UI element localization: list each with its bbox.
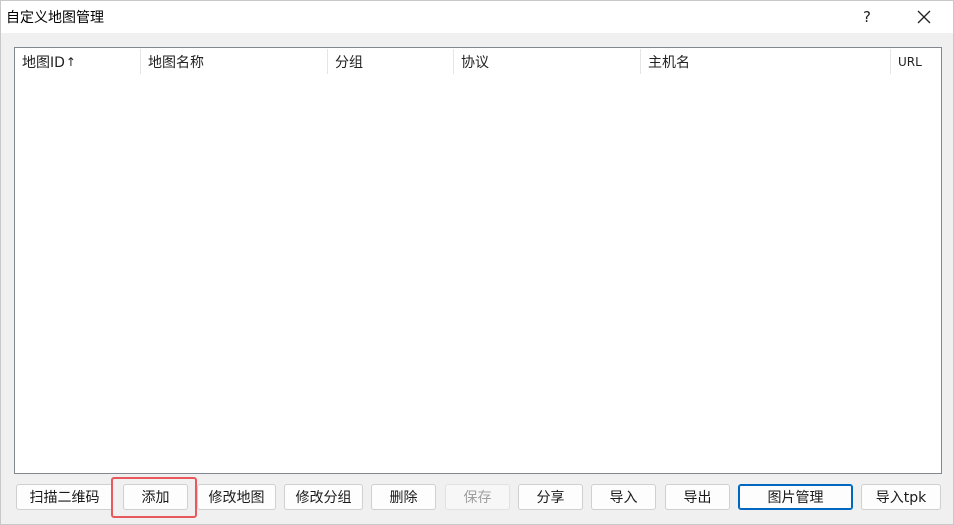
import-tpk-button[interactable]: 导入tpk [861, 484, 941, 510]
list-header: 地图ID ↑ 地图名称 分组 协议 主机名 URL [15, 48, 941, 75]
column-header-map-id[interactable]: 地图ID ↑ [15, 48, 140, 75]
save-button[interactable]: 保存 [445, 484, 510, 510]
title-bar[interactable]: 自定义地图管理 ? [1, 1, 953, 33]
map-list[interactable]: 地图ID ↑ 地图名称 分组 协议 主机名 URL [14, 47, 942, 474]
dialog-title: 自定义地图管理 [6, 10, 104, 26]
add-button-highlight [111, 477, 197, 518]
image-management-button[interactable]: 图片管理 [738, 484, 853, 510]
export-button[interactable]: 导出 [665, 484, 730, 510]
column-header-map-name[interactable]: 地图名称 [141, 48, 327, 75]
column-header-url[interactable]: URL [891, 48, 941, 75]
close-button[interactable] [897, 1, 951, 33]
import-button[interactable]: 导入 [591, 484, 656, 510]
help-button[interactable]: ? [841, 1, 893, 33]
column-header-group[interactable]: 分组 [328, 48, 453, 75]
scan-qr-code-button[interactable]: 扫描二维码 [16, 484, 113, 510]
close-icon [917, 10, 931, 24]
column-header-hostname[interactable]: 主机名 [641, 48, 890, 75]
delete-button[interactable]: 删除 [371, 484, 436, 510]
column-header-protocol[interactable]: 协议 [454, 48, 640, 75]
custom-map-manager-dialog: 自定义地图管理 ? 地图ID ↑ 地图名称 分组 协议 主机名 URL 扫描二维… [0, 0, 954, 525]
share-button[interactable]: 分享 [518, 484, 583, 510]
edit-map-button[interactable]: 修改地图 [197, 484, 276, 510]
edit-group-button[interactable]: 修改分组 [284, 484, 363, 510]
sort-ascending-icon: ↑ [65, 54, 76, 69]
question-icon: ? [863, 8, 871, 26]
